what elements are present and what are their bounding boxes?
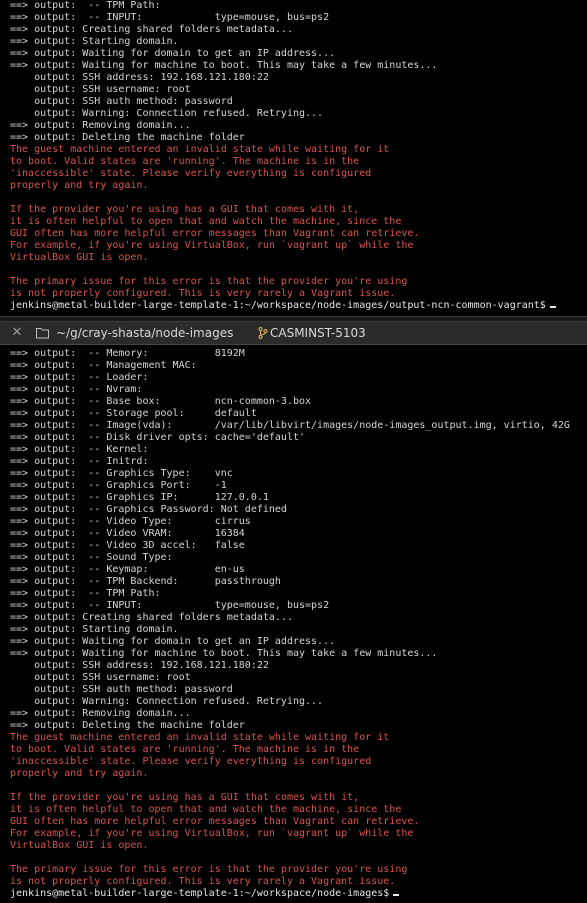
terminal-output-bottom: ==> output: -- Memory: 8192M ==> output: … bbox=[0, 348, 587, 888]
folder-icon bbox=[36, 328, 49, 339]
output-line: ==> output: -- Memory: 8192M bbox=[10, 348, 245, 359]
output-line: output: SSH auth method: password bbox=[10, 96, 233, 107]
output-line: ==> output: -- Storage pool: default bbox=[10, 408, 257, 419]
output-line: ==> output: -- Video Type: cirrus bbox=[10, 516, 251, 527]
error-line: VirtualBox GUI is open. bbox=[10, 252, 149, 263]
error-line bbox=[0, 852, 587, 864]
close-icon[interactable]: ✕ bbox=[10, 326, 24, 340]
error-line: For example, if you're using VirtualBox,… bbox=[10, 240, 414, 251]
error-line: The guest machine entered an invalid sta… bbox=[10, 144, 390, 155]
text-cursor bbox=[393, 894, 400, 896]
output-line: ==> output: -- Graphics Type: vnc bbox=[10, 468, 233, 479]
pane-title-bar: ✕ ~/g/cray-shasta/node-images CASMINST-5… bbox=[0, 322, 587, 345]
output-line: ==> output: -- Disk driver opts: cache='… bbox=[10, 432, 306, 443]
output-line: ==> output: -- Initrd: bbox=[10, 456, 149, 467]
output-line: ==> output: -- Video 3D accel: false bbox=[10, 540, 245, 551]
output-line: output: SSH auth method: password bbox=[10, 684, 233, 695]
error-line: to boot. Valid states are 'running'. The… bbox=[10, 744, 360, 755]
output-line: output: Warning: Connection refused. Ret… bbox=[10, 696, 324, 707]
output-line: ==> output: Deleting the machine folder bbox=[10, 132, 245, 143]
output-line: ==> output: -- Graphics Port: -1 bbox=[10, 480, 227, 491]
output-line: ==> output: -- Video VRAM: 16384 bbox=[10, 528, 245, 539]
output-line: ==> output: Removing domain... bbox=[10, 120, 191, 131]
tab-path-label: ~/g/cray-shasta/node-images bbox=[56, 326, 234, 340]
output-line: ==> output: Creating shared folders meta… bbox=[10, 24, 293, 35]
output-line: ==> output: Waiting for domain to get an… bbox=[10, 636, 336, 647]
error-line: If the provider you're using has a GUI t… bbox=[10, 204, 360, 215]
error-line: The primary issue for this error is that… bbox=[10, 864, 408, 875]
error-line: properly and try again. bbox=[10, 180, 149, 191]
output-line: ==> output: -- TPM Backend: passthrough bbox=[10, 576, 281, 587]
output-line: ==> output: -- Management MAC: bbox=[10, 360, 197, 371]
output-line: ==> output: -- Sound Type: bbox=[10, 552, 173, 563]
output-line: ==> output: -- Base box: ncn-common-3.bo… bbox=[10, 396, 312, 407]
output-line: output: SSH username: root bbox=[10, 672, 191, 683]
git-branch-label: CASMINST-5103 bbox=[270, 326, 366, 340]
prompt-text: jenkins@metal-builder-large-template-1:~… bbox=[10, 300, 546, 311]
error-line: If the provider you're using has a GUI t… bbox=[10, 792, 360, 803]
output-line: ==> output: -- TPM Path: bbox=[10, 0, 161, 11]
output-line: ==> output: -- Loader: bbox=[10, 372, 149, 383]
error-line: For example, if you're using VirtualBox,… bbox=[10, 828, 414, 839]
output-line: output: Warning: Connection refused. Ret… bbox=[10, 108, 324, 119]
error-line bbox=[0, 780, 587, 792]
terminal-pane-bottom[interactable]: ==> output: -- Memory: 8192M ==> output: … bbox=[0, 345, 587, 903]
shell-prompt-top[interactable]: jenkins@metal-builder-large-template-1:~… bbox=[0, 300, 587, 312]
output-line: output: SSH address: 192.168.121.180:22 bbox=[10, 660, 269, 671]
output-line: ==> output: -- INPUT: type=mouse, bus=ps… bbox=[10, 600, 330, 611]
error-line: is not properly configured. This is very… bbox=[10, 288, 396, 299]
error-line: The guest machine entered an invalid sta… bbox=[10, 732, 390, 743]
error-line: 'inaccessible' state. Please verify ever… bbox=[10, 756, 372, 767]
error-line: is not properly configured. This is very… bbox=[10, 876, 396, 887]
output-line: ==> output: Waiting for machine to boot.… bbox=[10, 648, 438, 659]
error-line: GUI often has more helpful error message… bbox=[10, 816, 420, 827]
output-line: ==> output: -- Keymap: en-us bbox=[10, 564, 245, 575]
shell-prompt-bottom[interactable]: jenkins@metal-builder-large-template-1:~… bbox=[0, 888, 587, 900]
error-line: it is often helpful to open that and wat… bbox=[10, 804, 402, 815]
error-line bbox=[0, 264, 587, 276]
error-line: properly and try again. bbox=[10, 768, 149, 779]
output-line: ==> output: -- Graphics Password: Not de… bbox=[10, 504, 287, 515]
output-line: ==> output: -- INPUT: type=mouse, bus=ps… bbox=[10, 12, 330, 23]
prompt-text: jenkins@metal-builder-large-template-1:~… bbox=[10, 888, 390, 899]
output-line: ==> output: -- Graphics IP: 127.0.0.1 bbox=[10, 492, 269, 503]
output-line: ==> output: Creating shared folders meta… bbox=[10, 612, 293, 623]
error-line: The primary issue for this error is that… bbox=[10, 276, 408, 287]
output-line: ==> output: Starting domain. bbox=[10, 624, 179, 635]
output-line: ==> output: Starting domain. bbox=[10, 36, 179, 47]
terminal-output-top: ==> output: -- TPM Path: ==> output: -- I… bbox=[0, 0, 587, 300]
git-branch-icon bbox=[258, 327, 268, 339]
error-line bbox=[0, 192, 587, 204]
output-line: ==> output: Removing domain... bbox=[10, 708, 191, 719]
output-line: output: SSH username: root bbox=[10, 84, 191, 95]
error-line: VirtualBox GUI is open. bbox=[10, 840, 149, 851]
terminal-pane-top[interactable]: ==> output: -- TPM Path: ==> output: -- I… bbox=[0, 0, 587, 316]
text-cursor bbox=[549, 306, 556, 308]
error-line: 'inaccessible' state. Please verify ever… bbox=[10, 168, 372, 179]
output-line: ==> output: -- TPM Path: bbox=[10, 588, 161, 599]
output-line: ==> output: -- Nvram: bbox=[10, 384, 143, 395]
error-line: it is often helpful to open that and wat… bbox=[10, 216, 402, 227]
output-line: ==> output: Waiting for machine to boot.… bbox=[10, 60, 438, 71]
output-line: ==> output: -- Image(vda): /var/lib/libv… bbox=[10, 420, 570, 431]
error-line: to boot. Valid states are 'running'. The… bbox=[10, 156, 360, 167]
output-line: ==> output: Waiting for domain to get an… bbox=[10, 48, 336, 59]
output-line: ==> output: -- Kernel: bbox=[10, 444, 149, 455]
output-line: output: SSH address: 192.168.121.180:22 bbox=[10, 72, 269, 83]
output-line: ==> output: Deleting the machine folder bbox=[10, 720, 245, 731]
error-line: GUI often has more helpful error message… bbox=[10, 228, 420, 239]
